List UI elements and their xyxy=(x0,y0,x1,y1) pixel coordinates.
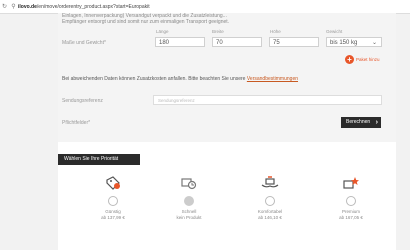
truck-clock-icon xyxy=(181,178,197,190)
order-form-page: Einlagen, Innenverpackung) Versandgut ve… xyxy=(58,13,396,250)
column-weight: Gewicht xyxy=(326,29,343,34)
priority-title: Wählen Sie Ihre Priorität xyxy=(58,154,140,165)
radio-premium[interactable] xyxy=(346,196,356,206)
dimensions-label: Maße und Gewicht* xyxy=(62,40,106,46)
option-comfort[interactable]: Komfortabel ab 146,10 € xyxy=(235,176,305,220)
add-package-button[interactable]: + xyxy=(345,55,354,64)
height-input[interactable]: 75 xyxy=(269,37,319,47)
option-name: Komfortabel xyxy=(257,209,283,214)
reload-icon[interactable]: ↻ xyxy=(0,3,9,10)
radio-fast xyxy=(184,196,194,206)
hand-care-icon xyxy=(261,176,279,188)
tag-icon xyxy=(106,176,120,190)
calculate-button[interactable]: Berechnen › xyxy=(341,117,381,128)
option-price: kein Produkt xyxy=(176,215,202,220)
reference-input[interactable]: Sendungsreferenz xyxy=(153,95,382,105)
reference-label: Sendungsreferenz xyxy=(62,98,103,104)
required-fields-label: Pflichtfelder* xyxy=(62,120,91,126)
column-height: Höhe xyxy=(270,29,281,34)
url-text[interactable]: ilovo.de/en/move/orderentry_product.aspx… xyxy=(18,4,150,10)
option-name: Günstig xyxy=(105,209,121,214)
option-premium[interactable]: Premium ab 167,05 € xyxy=(316,176,386,220)
option-name: Schnell xyxy=(181,209,197,214)
option-name: Premium xyxy=(341,209,360,214)
chevron-down-icon: ⌄ xyxy=(371,40,377,46)
notice-text: Bei abweichenden Daten können Zusatzkost… xyxy=(62,76,299,82)
option-price: ab 167,05 € xyxy=(339,215,363,220)
arrow-right-icon: › xyxy=(375,119,378,126)
column-width: Breite xyxy=(212,29,224,34)
shipment-details-panel: Einlagen, Innenverpackung) Versandgut ve… xyxy=(58,13,396,142)
weight-select-value: bis 150 kg xyxy=(330,40,358,46)
option-price: ab 146,10 € xyxy=(258,215,282,220)
column-length: Länge xyxy=(156,29,169,34)
site-info-icon[interactable]: ⚲ xyxy=(9,3,18,10)
radio-cheap[interactable] xyxy=(108,196,118,206)
calculate-button-label: Berechnen xyxy=(346,119,371,125)
option-fast: Schnell kein Produkt xyxy=(154,176,224,220)
radio-comfort[interactable] xyxy=(265,196,275,206)
shipping-terms-link[interactable]: Versandbestimmungen xyxy=(247,76,298,82)
plus-icon: + xyxy=(347,55,352,64)
add-package-label[interactable]: Paket hinzu xyxy=(356,57,380,62)
option-cheap[interactable]: Günstig ab 137,99 € xyxy=(78,176,148,220)
length-input[interactable]: 180 xyxy=(155,37,205,47)
width-input[interactable]: 70 xyxy=(212,37,262,47)
intro-text-2: Empfänger entsorgt und sind somit nur zu… xyxy=(62,19,230,25)
browser-address-bar[interactable]: ↻ ⚲ ilovo.de/en/move/orderentry_product.… xyxy=(0,0,410,14)
star-truck-icon xyxy=(343,177,359,189)
weight-select[interactable]: bis 150 kg ⌄ xyxy=(326,37,382,47)
option-price: ab 137,99 € xyxy=(101,215,125,220)
